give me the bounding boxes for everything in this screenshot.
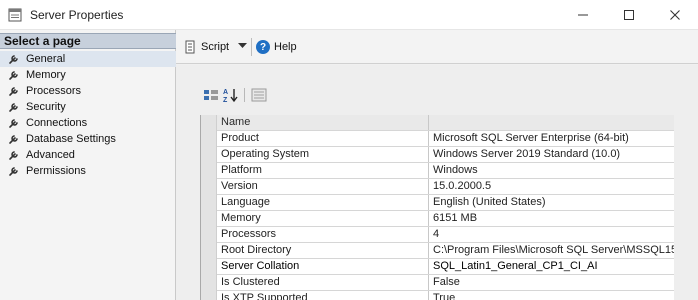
- property-name: Platform: [217, 163, 429, 178]
- wrench-icon: [9, 103, 18, 112]
- property-value[interactable]: True: [429, 291, 674, 300]
- wrench-icon: [9, 135, 18, 144]
- property-pages-icon: [251, 88, 267, 102]
- page-item-general[interactable]: General: [0, 51, 176, 67]
- property-value[interactable]: Windows: [429, 163, 674, 178]
- property-name: Version: [217, 179, 429, 194]
- property-row-root-directory[interactable]: Root Directory C:\Program Files\Microsof…: [217, 243, 674, 259]
- page-item-memory[interactable]: Memory: [0, 67, 176, 83]
- page-item-processors[interactable]: Processors: [0, 83, 176, 99]
- page-item-advanced[interactable]: Advanced: [0, 147, 176, 163]
- property-row-product[interactable]: Product Microsoft SQL Server Enterprise …: [217, 131, 674, 147]
- page-item-label: Permissions: [26, 165, 86, 177]
- page-item-label: Connections: [26, 117, 88, 129]
- script-icon: [185, 40, 195, 54]
- categorized-icon: [204, 90, 218, 100]
- property-row-memory[interactable]: Memory 6151 MB: [217, 211, 674, 227]
- property-value[interactable]: 15.0.2000.5: [429, 179, 674, 194]
- property-value[interactable]: False: [429, 275, 674, 290]
- help-button[interactable]: ? Help: [256, 39, 297, 55]
- property-name: Product: [217, 131, 429, 146]
- select-page-pane: Select a page General Memory Processors …: [0, 30, 176, 300]
- svg-text:Z: Z: [223, 97, 228, 103]
- grid-toolbar-separator: [244, 88, 245, 102]
- window-title: Server Properties: [30, 8, 124, 22]
- property-name: Is Clustered: [217, 275, 429, 290]
- wrench-icon: [9, 71, 18, 80]
- categorized-button[interactable]: [202, 87, 220, 103]
- property-name: Language: [217, 195, 429, 210]
- maximize-icon: [624, 10, 634, 20]
- toolbar-separator: [251, 38, 252, 56]
- page-item-database-settings[interactable]: Database Settings: [0, 131, 176, 147]
- select-page-header: Select a page: [0, 33, 176, 49]
- script-button[interactable]: Script: [183, 39, 229, 55]
- property-row-is-clustered[interactable]: Is Clustered False: [217, 275, 674, 291]
- help-icon: ?: [256, 40, 270, 54]
- toolbar: Script ? Help: [176, 30, 698, 64]
- property-name: Operating System: [217, 147, 429, 162]
- property-row-language[interactable]: Language English (United States): [217, 195, 674, 211]
- page-item-label: Memory: [26, 69, 66, 81]
- property-grid-header-row: Name: [217, 115, 674, 131]
- sort-alphabetical-icon: A Z: [223, 89, 238, 103]
- property-row-operating-system[interactable]: Operating System Windows Server 2019 Sta…: [217, 147, 674, 163]
- property-value[interactable]: SQL_Latin1_General_CP1_CI_AI: [429, 259, 674, 274]
- property-value[interactable]: 4: [429, 227, 674, 242]
- property-value[interactable]: 6151 MB: [429, 211, 674, 226]
- page-item-connections[interactable]: Connections: [0, 115, 176, 131]
- page-item-label: Advanced: [26, 149, 75, 161]
- property-name: Root Directory: [217, 243, 429, 258]
- page-list: General Memory Processors Security Conne…: [0, 51, 176, 179]
- wrench-icon: [9, 119, 18, 128]
- page-item-label: Security: [26, 101, 66, 113]
- wrench-icon: [9, 151, 18, 160]
- title-bar: Server Properties: [0, 0, 698, 30]
- minimize-button[interactable]: [560, 0, 606, 30]
- wrench-icon: [9, 87, 18, 96]
- property-name: Memory: [217, 211, 429, 226]
- page-item-label: Processors: [26, 85, 82, 97]
- close-button[interactable]: [652, 0, 698, 30]
- property-grid: Name Product Microsoft SQL Server Enterp…: [200, 115, 674, 300]
- property-grid-margin: [201, 115, 217, 300]
- page-item-label: Database Settings: [26, 133, 116, 145]
- help-label: Help: [274, 41, 297, 53]
- server-properties-app-icon: [8, 8, 22, 22]
- page-item-permissions[interactable]: Permissions: [0, 163, 176, 179]
- script-dropdown-arrow-icon[interactable]: [238, 43, 247, 49]
- property-name: Is XTP Supported: [217, 291, 429, 300]
- wrench-icon: [9, 167, 18, 176]
- minimize-icon: [578, 14, 588, 16]
- property-row-processors[interactable]: Processors 4: [217, 227, 674, 243]
- property-name: Processors: [217, 227, 429, 242]
- sort-alphabetical-button[interactable]: A Z: [222, 87, 240, 103]
- property-row-server-collation[interactable]: Server Collation SQL_Latin1_General_CP1_…: [217, 259, 674, 275]
- property-pages-button[interactable]: [250, 87, 268, 103]
- property-row-platform[interactable]: Platform Windows: [217, 163, 674, 179]
- page-item-security[interactable]: Security: [0, 99, 176, 115]
- property-name-header: Name: [217, 115, 429, 130]
- page-item-label: General: [26, 53, 66, 65]
- property-value[interactable]: Microsoft SQL Server Enterprise (64-bit): [429, 131, 674, 146]
- property-value-header: [429, 115, 674, 130]
- property-value[interactable]: C:\Program Files\Microsoft SQL Server\MS…: [429, 243, 674, 258]
- property-value[interactable]: English (United States): [429, 195, 674, 210]
- wrench-icon: [9, 55, 18, 64]
- property-row-is-xtp-supported[interactable]: Is XTP Supported True: [217, 291, 674, 300]
- property-name: Server Collation: [217, 259, 429, 274]
- property-grid-toolbar: A Z: [202, 85, 274, 105]
- maximize-button[interactable]: [606, 0, 652, 30]
- script-label: Script: [201, 41, 230, 53]
- property-value[interactable]: Windows Server 2019 Standard (10.0): [429, 147, 674, 162]
- close-icon: [670, 10, 680, 20]
- property-row-version[interactable]: Version 15.0.2000.5: [217, 179, 674, 195]
- svg-text:A: A: [223, 89, 228, 96]
